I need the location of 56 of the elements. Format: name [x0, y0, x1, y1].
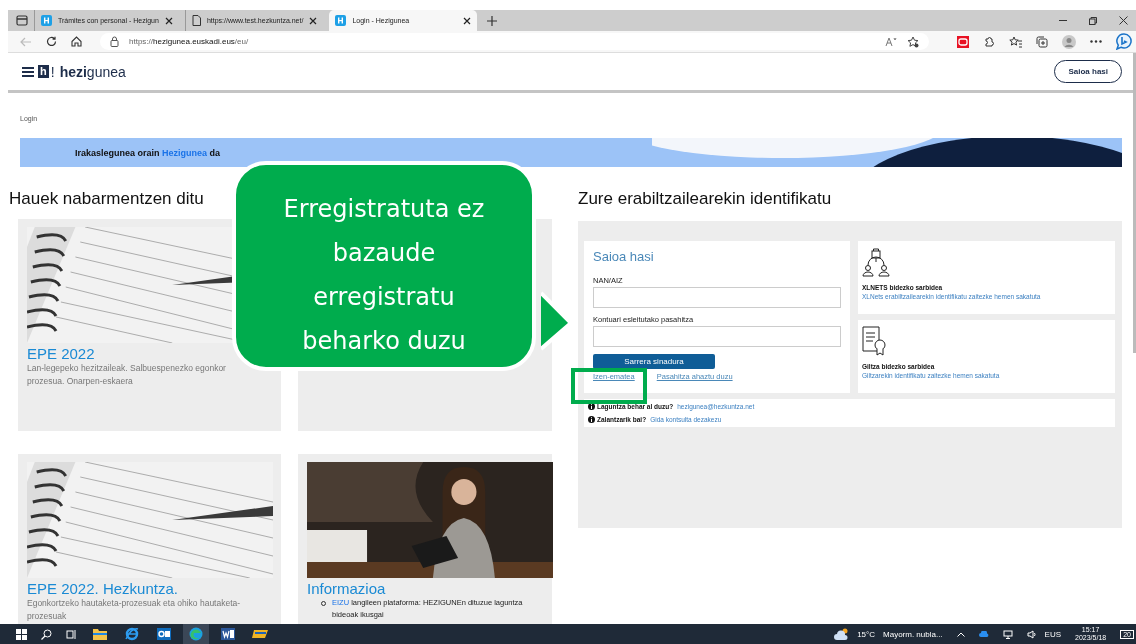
input-field[interactable] [593, 287, 841, 308]
start-icon[interactable] [16, 628, 27, 640]
section-heading: Hauek nabarmentzen ditu [9, 189, 204, 209]
new-tab-icon[interactable] [487, 15, 498, 26]
weather-cloud-icon [834, 628, 850, 640]
info-icon [588, 416, 595, 423]
section-heading: Zure erabiltzailearekin identifikatu [578, 189, 832, 209]
address-field[interactable]: https://hezigunea.euskadi.eus/eu/ [100, 33, 929, 50]
menu-icon[interactable] [22, 66, 34, 77]
extensions-icon[interactable] [983, 35, 995, 48]
info-icon [588, 403, 595, 410]
page-icon [191, 15, 201, 26]
profile-avatar-icon[interactable] [1062, 34, 1076, 49]
banner-text: Irakaslegunea orain Hezigunea da [75, 147, 221, 158]
volume-icon[interactable] [1026, 629, 1037, 639]
certificate-icon [862, 326, 888, 356]
cloud-icon[interactable] [978, 631, 989, 637]
site-logo[interactable]: hezigunea [59, 63, 126, 80]
site-favicon-icon [335, 15, 347, 26]
home-icon[interactable] [71, 36, 82, 47]
temperature-text[interactable]: 15°C [857, 629, 875, 639]
news-card[interactable]: EPE 2022. Hezkuntza. Egonkortzeko hautaketa-prozesuak eta ohiko hautaketa-prozesuak [18, 454, 281, 624]
language-indicator[interactable]: EUS [1044, 629, 1062, 639]
chat-bubble-icon[interactable] [1116, 33, 1132, 50]
submit-button[interactable]: Sarrera sinadura [593, 354, 715, 369]
logo-text: ! [50, 63, 55, 80]
card-description: Egonkortzeko hautaketa-prozesuak eta ohiko hautaketa-prozesuak [27, 597, 242, 623]
search-icon[interactable] [41, 628, 52, 640]
login-title: Saioa hasi [593, 249, 655, 264]
tab-actions-icon[interactable] [16, 15, 28, 26]
refresh-icon[interactable] [46, 36, 57, 47]
lock-icon [110, 36, 119, 47]
weather-text[interactable]: Mayorm. nubla... [883, 629, 943, 639]
more-icon[interactable] [1090, 40, 1102, 43]
callout-tooltip: Erregistratuta ez bazaude erregistratu beharko duzu [232, 161, 536, 371]
chevron-up-icon[interactable] [956, 631, 965, 637]
input-field[interactable] [593, 326, 841, 347]
logo-mark: h [38, 65, 49, 78]
favorites-icon[interactable] [1009, 35, 1022, 48]
favorite-star-icon[interactable] [907, 35, 919, 48]
extension-icon[interactable] [957, 35, 969, 48]
card-description: Lan-legepeko hezitzaileak. Salbuespenezko egonkor prozesua. Onarpen-eskaera [27, 362, 227, 388]
close-tab-icon[interactable] [309, 16, 318, 25]
restore-icon[interactable] [1089, 16, 1097, 25]
edge-app-icon[interactable] [183, 624, 209, 644]
minimize-icon[interactable] [1059, 19, 1067, 22]
network-users-icon [862, 247, 890, 277]
site-favicon-icon [41, 15, 52, 26]
task-view-icon[interactable] [66, 628, 77, 640]
read-aloud-icon[interactable] [885, 36, 897, 47]
network-icon[interactable] [1002, 629, 1013, 639]
close-tab-icon[interactable] [164, 16, 173, 25]
login-button[interactable]: Saioa hasi [1054, 60, 1122, 83]
close-tab-icon[interactable] [463, 16, 472, 25]
collections-icon[interactable] [1036, 35, 1048, 48]
close-icon[interactable] [1119, 16, 1128, 25]
